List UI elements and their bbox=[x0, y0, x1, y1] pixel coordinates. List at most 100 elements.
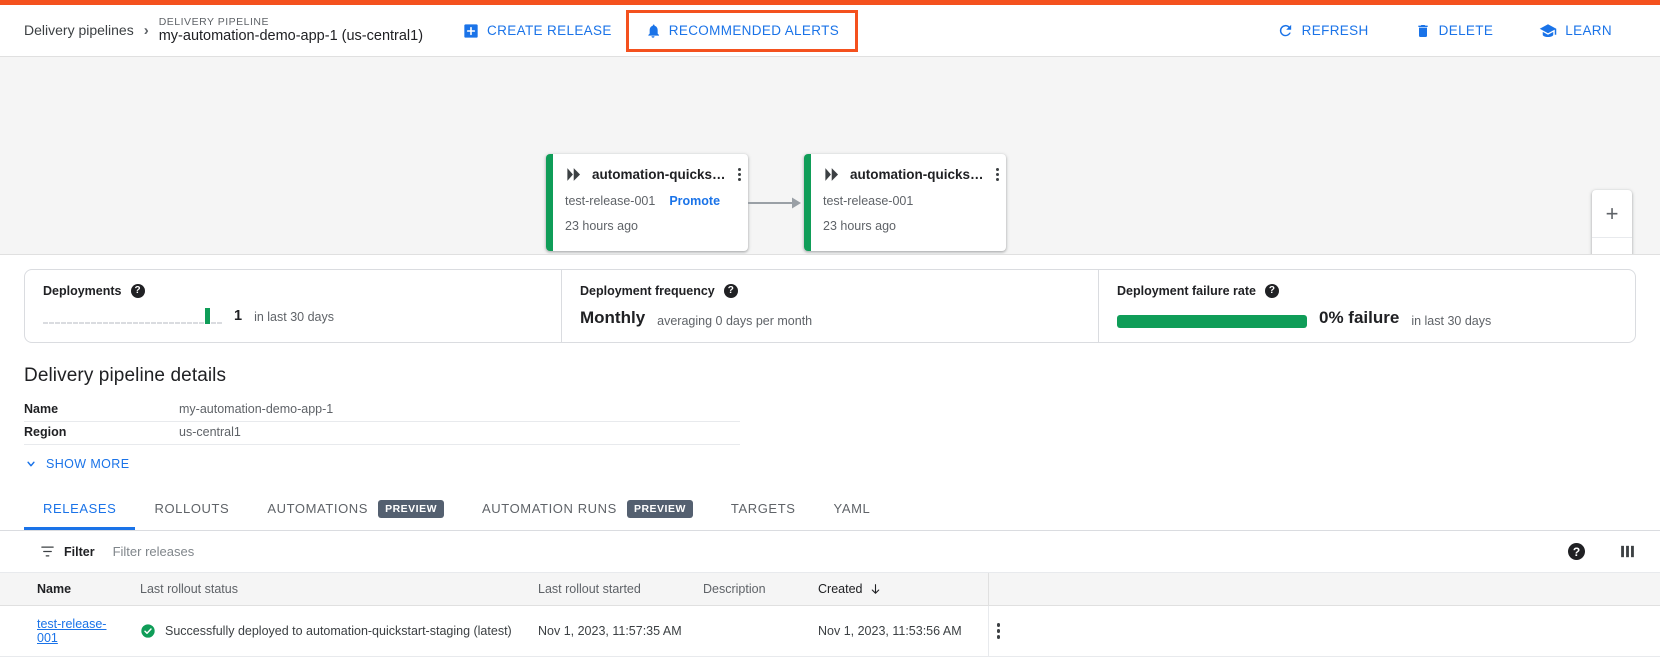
tab-automation-runs[interactable]: AUTOMATION RUNS PREVIEW bbox=[463, 490, 712, 530]
stage-release-name: test-release-001 bbox=[823, 194, 913, 208]
sparkline-bar bbox=[79, 322, 84, 324]
pipeline-stage-list: automation-quicks… test-release-001 Prom… bbox=[546, 154, 1006, 251]
create-release-button[interactable]: CREATE RELEASE bbox=[449, 14, 626, 48]
metric-body: 1 in last 30 days bbox=[43, 308, 543, 324]
status-text: Successfully deployed to automation-quic… bbox=[165, 624, 512, 638]
stage-status-accent bbox=[546, 154, 553, 251]
sparkline-bar bbox=[55, 322, 60, 324]
bell-icon bbox=[645, 23, 661, 39]
zoom-out-button[interactable]: − bbox=[1592, 237, 1632, 255]
help-icon[interactable]: ? bbox=[131, 284, 145, 298]
pipeline-stage-card[interactable]: automation-quicks… test-release-001 23 h… bbox=[804, 154, 1006, 251]
zoom-in-button[interactable]: + bbox=[1592, 190, 1632, 237]
cell-actions bbox=[988, 606, 1660, 657]
stage-body: automation-quicks… test-release-001 Prom… bbox=[553, 154, 748, 251]
metric-body: 0% failure in last 30 days bbox=[1117, 308, 1617, 328]
column-header-last-rollout-started[interactable]: Last rollout started bbox=[530, 573, 695, 606]
create-release-label: CREATE RELEASE bbox=[487, 23, 612, 38]
sparkline-bar bbox=[97, 322, 102, 324]
stage-name: automation-quicks… bbox=[850, 167, 984, 182]
sparkline-bar bbox=[217, 322, 222, 324]
sparkline-bar bbox=[157, 322, 162, 324]
sparkline-bar bbox=[121, 322, 126, 324]
tab-yaml[interactable]: YAML bbox=[815, 490, 890, 530]
header-action-group: CREATE RELEASE RECOMMENDED ALERTS bbox=[449, 10, 858, 52]
pipeline-canvas[interactable]: automation-quicks… test-release-001 Prom… bbox=[0, 57, 1660, 255]
metric-value: 0% failure bbox=[1319, 308, 1399, 328]
help-icon[interactable]: ? bbox=[724, 284, 738, 298]
metrics-section: Deployments ? 1 in last 30 days Deployme… bbox=[0, 255, 1660, 343]
filter-bar-right-icons: ? bbox=[1568, 543, 1636, 560]
double-chevron-right-icon bbox=[823, 167, 842, 182]
cell-created: Nov 1, 2023, 11:53:56 AM bbox=[810, 606, 988, 657]
filter-input[interactable] bbox=[113, 544, 473, 559]
tab-label: TARGETS bbox=[731, 501, 796, 516]
table-row[interactable]: test-release-001 Successfully deployed t… bbox=[0, 606, 1660, 657]
sparkline-bar bbox=[145, 322, 150, 324]
sparkline-bar bbox=[151, 322, 156, 324]
column-header-last-rollout-status[interactable]: Last rollout status bbox=[132, 573, 530, 606]
stage-overflow-menu-icon[interactable] bbox=[992, 166, 1003, 183]
success-check-circle-icon bbox=[140, 623, 156, 639]
sparkline-bar bbox=[109, 322, 114, 324]
cell-name: test-release-001 bbox=[0, 606, 132, 657]
delete-label: DELETE bbox=[1439, 23, 1494, 38]
tab-label: RELEASES bbox=[43, 501, 116, 516]
filter-label: Filter bbox=[64, 545, 95, 559]
cell-description bbox=[695, 606, 810, 657]
stage-promote-link[interactable]: Promote bbox=[669, 194, 720, 208]
filter-icon bbox=[40, 544, 55, 559]
column-settings-icon[interactable] bbox=[1619, 543, 1636, 560]
learn-button[interactable]: LEARN bbox=[1525, 13, 1626, 49]
stage-overflow-menu-icon[interactable] bbox=[734, 166, 745, 183]
metric-deployments: Deployments ? 1 in last 30 days bbox=[25, 270, 561, 342]
filter-button[interactable]: Filter bbox=[40, 544, 95, 559]
stage-status-accent bbox=[804, 154, 811, 251]
page-title: my-automation-demo-app-1 (us-central1) bbox=[159, 28, 423, 45]
tab-releases[interactable]: RELEASES bbox=[24, 490, 135, 530]
cell-last-rollout-started: Nov 1, 2023, 11:57:35 AM bbox=[530, 606, 695, 657]
content-tabs: RELEASES ROLLOUTS AUTOMATIONS PREVIEW AU… bbox=[0, 490, 1660, 531]
metric-subtext: in last 30 days bbox=[1411, 314, 1491, 328]
show-more-button[interactable]: SHOW MORE bbox=[24, 457, 129, 471]
breadcrumb-current: DELIVERY PIPELINE my-automation-demo-app… bbox=[159, 16, 423, 46]
tab-rollouts[interactable]: ROLLOUTS bbox=[135, 490, 248, 530]
cell-last-rollout-status: Successfully deployed to automation-quic… bbox=[132, 606, 530, 657]
preview-badge: PREVIEW bbox=[627, 500, 693, 518]
page-header: Delivery pipelines › DELIVERY PIPELINE m… bbox=[0, 5, 1660, 57]
metric-title: Deployments bbox=[43, 284, 122, 298]
tab-label: ROLLOUTS bbox=[154, 501, 229, 516]
plus-box-icon bbox=[463, 23, 479, 39]
row-overflow-menu-icon[interactable] bbox=[997, 623, 1011, 639]
tab-targets[interactable]: TARGETS bbox=[712, 490, 815, 530]
tab-automations[interactable]: AUTOMATIONS PREVIEW bbox=[248, 490, 463, 530]
metric-title: Deployment failure rate bbox=[1117, 284, 1256, 298]
release-link[interactable]: test-release-001 bbox=[37, 617, 106, 645]
learn-label: LEARN bbox=[1565, 23, 1612, 38]
help-icon[interactable]: ? bbox=[1568, 543, 1585, 560]
stage-release-name: test-release-001 bbox=[565, 194, 655, 208]
breadcrumb-root-link[interactable]: Delivery pipelines bbox=[24, 22, 134, 38]
table-head: Name Last rollout status Last rollout st… bbox=[0, 573, 1660, 606]
preview-badge: PREVIEW bbox=[378, 500, 444, 518]
metric-value: Monthly bbox=[580, 308, 645, 328]
delete-button[interactable]: DELETE bbox=[1401, 14, 1508, 48]
recommended-alerts-button[interactable]: RECOMMENDED ALERTS bbox=[626, 10, 858, 52]
column-header-name[interactable]: Name bbox=[0, 573, 132, 606]
detail-row-region: Region us-central1 bbox=[24, 422, 740, 445]
pipeline-stage-card[interactable]: automation-quicks… test-release-001 Prom… bbox=[546, 154, 748, 251]
detail-value: us-central1 bbox=[179, 425, 241, 439]
refresh-button[interactable]: REFRESH bbox=[1263, 13, 1383, 48]
sparkline-bar bbox=[139, 322, 144, 324]
column-header-description[interactable]: Description bbox=[695, 573, 810, 606]
column-header-created[interactable]: Created bbox=[810, 573, 988, 606]
canvas-zoom-controls: + − bbox=[1592, 190, 1632, 255]
column-header-actions bbox=[988, 573, 1660, 606]
help-icon[interactable]: ? bbox=[1265, 284, 1279, 298]
sparkline-bar bbox=[49, 322, 54, 324]
sparkline-bar bbox=[73, 322, 78, 324]
details-table: Name my-automation-demo-app-1 Region us-… bbox=[24, 399, 740, 445]
filter-bar: Filter ? bbox=[0, 531, 1660, 573]
stage-body: automation-quicks… test-release-001 23 h… bbox=[811, 154, 1006, 251]
metric-value: 1 bbox=[234, 308, 242, 324]
